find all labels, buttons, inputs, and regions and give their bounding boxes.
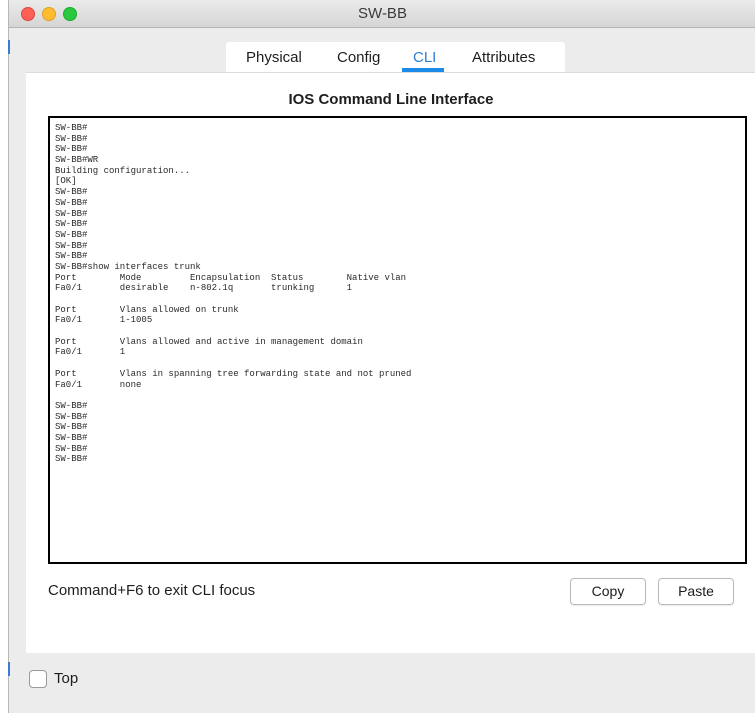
tab-attributes[interactable]: Attributes — [472, 49, 535, 66]
tab-physical[interactable]: Physical — [246, 49, 302, 66]
terminal-line: SW-BB# — [55, 229, 88, 240]
tab-config[interactable]: Config — [337, 49, 380, 66]
exit-focus-hint: Command+F6 to exit CLI focus — [48, 582, 256, 599]
terminal-line: SW-BB# — [55, 400, 88, 411]
terminal-line: Building configuration... — [55, 165, 191, 176]
side-marker — [8, 40, 10, 54]
cli-panel: IOS Command Line Interface SW-BB# SW-BB#… — [26, 72, 755, 653]
tab-cli[interactable]: CLI — [413, 49, 436, 66]
terminal-line: SW-BB# — [55, 219, 88, 230]
terminal-line: SW-BB# — [55, 251, 88, 262]
terminal-line: SW-BB# — [55, 144, 88, 155]
terminal-line: Fa0/1 none — [55, 379, 142, 390]
terminal-line: SW-BB# — [55, 123, 88, 133]
terminal-line: SW-BB# — [55, 443, 88, 454]
terminal-line: Port Mode Encapsulation Status Native vl… — [55, 272, 407, 283]
terminal-line: SW-BB# — [55, 240, 88, 251]
terminal-line: SW-BB# — [55, 133, 88, 144]
top-label: Top — [54, 670, 79, 687]
terminal-line: Fa0/1 1 — [55, 347, 126, 358]
terminal-line: [OK] — [55, 176, 77, 187]
cli-heading: IOS Command Line Interface — [288, 91, 494, 108]
terminal-line: Port Vlans in spanning tree forwarding s… — [55, 368, 412, 379]
terminal-line: SW-BB#WR — [55, 155, 99, 166]
terminal-line: SW-BB# — [55, 197, 88, 208]
terminal-line: SW-BB# — [55, 432, 88, 443]
terminal-line: SW-BB# — [55, 454, 88, 465]
app-window: SW-BB Physical Config CLI Attributes IOS… — [8, 0, 755, 713]
terminal-line: SW-BB# — [55, 208, 88, 219]
terminal-line: Fa0/1 1-1005 — [55, 315, 153, 326]
terminal-line: SW-BB#show interfaces trunk — [55, 261, 201, 272]
terminal-line: Fa0/1 desirable n-802.1q trunking 1 — [55, 283, 353, 294]
top-checkbox[interactable] — [29, 670, 47, 688]
side-marker — [8, 662, 10, 676]
tab-bar: Physical Config CLI Attributes — [226, 42, 565, 72]
cli-terminal[interactable]: SW-BB# SW-BB# SW-BB# SW-BB#WR Building c… — [48, 116, 747, 564]
terminal-line: SW-BB# — [55, 422, 88, 433]
terminal-line: SW-BB# — [55, 411, 88, 422]
terminal-line: SW-BB# — [55, 187, 88, 198]
terminal-line: Port Vlans allowed and active in managem… — [55, 336, 363, 347]
terminal-line: Port Vlans allowed on trunk — [55, 304, 239, 315]
copy-button[interactable]: Copy — [570, 578, 646, 605]
paste-button[interactable]: Paste — [658, 578, 734, 605]
window-title: SW-BB — [358, 5, 407, 22]
title-bar[interactable]: SW-BB — [9, 0, 755, 28]
